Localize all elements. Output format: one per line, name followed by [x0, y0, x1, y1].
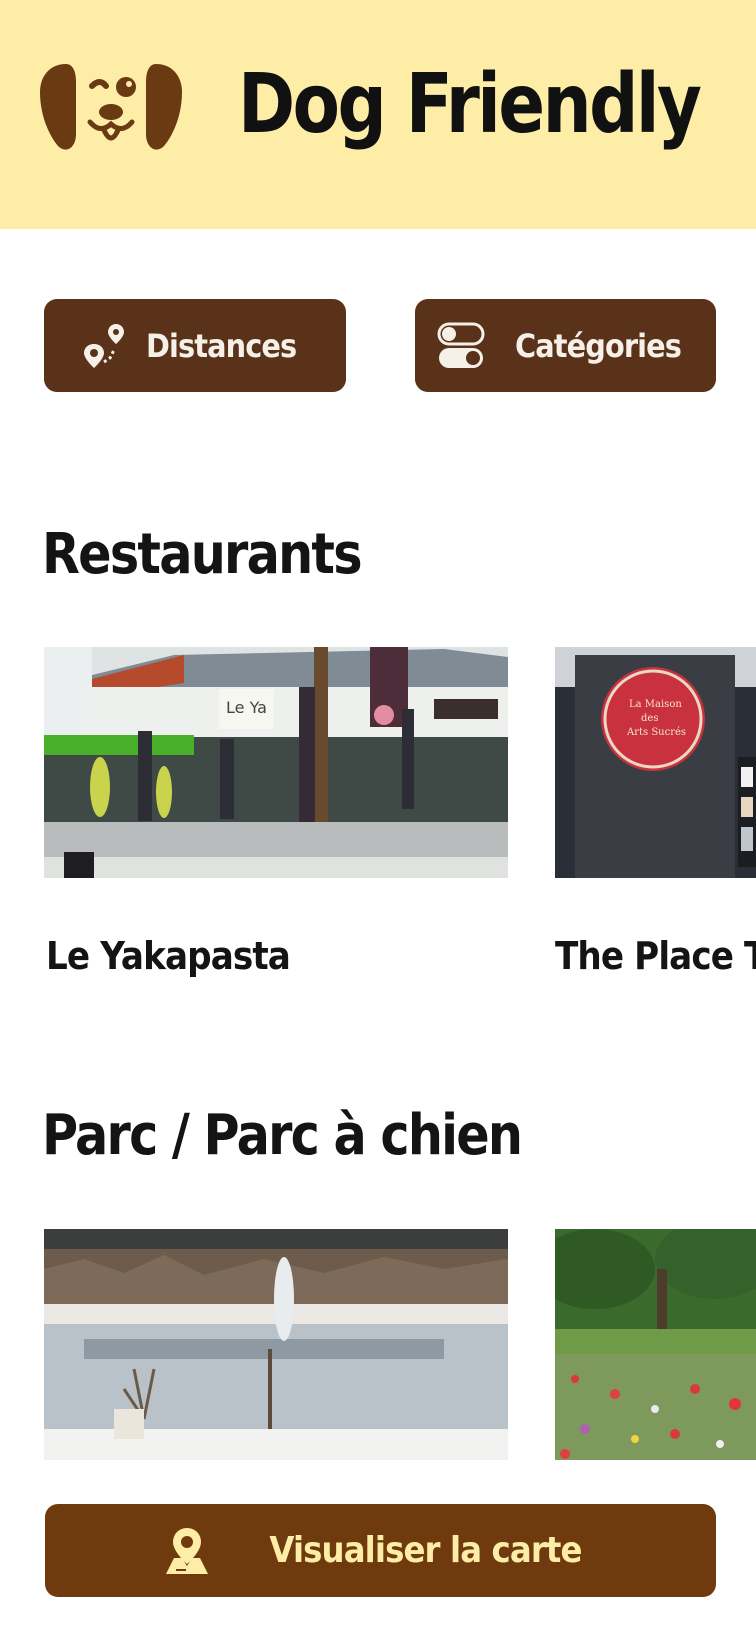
restaurant-sign-photo: La Maison des Arts Sucrés [555, 647, 756, 878]
map-pin-route-icon [84, 323, 124, 368]
distances-label: Distances [146, 326, 297, 365]
restaurant-card-name[interactable]: The Place T [555, 931, 756, 981]
view-map-button[interactable]: Visualiser la carte [45, 1504, 716, 1597]
restaurant-card-image[interactable]: La Maison des Arts Sucrés [555, 647, 756, 878]
categories-label: Catégories [515, 326, 682, 365]
svg-text:La Maison: La Maison [629, 699, 682, 710]
restaurant-card-image[interactable]: Le Ya [44, 647, 508, 878]
park-card-image[interactable] [44, 1229, 508, 1460]
map-location-icon [166, 1527, 209, 1574]
frozen-lake-photo [44, 1229, 508, 1460]
categories-filter-button[interactable]: Catégories [415, 299, 716, 392]
wildflower-park-photo [555, 1229, 756, 1460]
toggle-switches-icon [437, 322, 485, 368]
svg-text:des: des [641, 713, 658, 724]
restaurant-terrace-photo: Le Ya [44, 647, 508, 878]
dog-face-icon [40, 64, 182, 150]
park-card-image[interactable] [555, 1229, 756, 1460]
parks-section-title: Parc / Parc à chien [42, 1103, 523, 1168]
restaurants-section-title: Restaurants [42, 522, 363, 587]
distances-filter-button[interactable]: Distances [44, 299, 346, 392]
app-title: Dog Friendly [238, 57, 702, 152]
app-header: Dog Friendly [0, 0, 756, 229]
view-map-label: Visualiser la carte [269, 1530, 582, 1571]
svg-text:Arts Sucrés: Arts Sucrés [626, 727, 686, 738]
svg-text:Le Ya: Le Ya [226, 698, 267, 717]
restaurant-card-name[interactable]: Le Yakapasta [46, 931, 291, 981]
